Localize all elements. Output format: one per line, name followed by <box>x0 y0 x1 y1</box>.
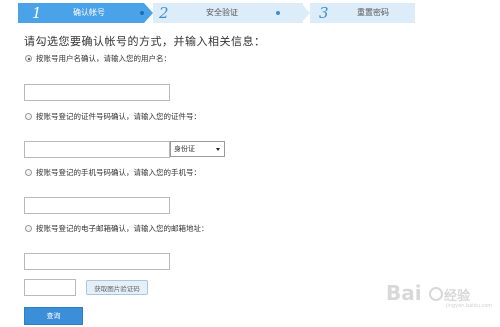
step-2-number: 2 <box>159 4 169 22</box>
step-3: 3 重置密码 <box>310 3 415 23</box>
username-input[interactable] <box>24 84 170 101</box>
query-button[interactable]: 查询 <box>24 307 83 325</box>
step-1-number: 1 <box>32 4 42 22</box>
step-1: 1 确认帐号 <box>18 3 144 23</box>
step-1-label: 确认帐号 <box>73 8 105 17</box>
radio-email[interactable] <box>25 225 32 232</box>
option-username[interactable]: 按账号用户名确认，请输入您的用户名： <box>25 53 171 64</box>
radio-id-number[interactable] <box>25 113 32 120</box>
radio-phone[interactable] <box>25 169 32 176</box>
step-2: 2 安全验证 <box>153 3 303 23</box>
watermark-suffix: 经验 <box>444 289 471 304</box>
option-email[interactable]: 按账号登记的电子邮箱确认，请输入您的邮箱地址： <box>25 223 209 234</box>
option-phone[interactable]: 按账号登记的手机号码确认，请输入您的手机号： <box>25 167 201 178</box>
page-heading: 请勾选您要确认帐号的方式，并输入相关信息： <box>24 35 266 48</box>
paw-icon <box>429 287 443 301</box>
baidu-jingyan-watermark: Bai 经验 jingyan.baidu.com <box>386 279 496 309</box>
id-type-selected: 身份证 <box>174 145 195 153</box>
step-progress-bar: 1 确认帐号 2 安全验证 3 重置密码 <box>18 3 415 23</box>
radio-username[interactable] <box>25 55 32 62</box>
option-id-number[interactable]: 按账号登记的证件号码确认，请输入您的证件号： <box>25 111 201 122</box>
option-username-label: 按账号用户名确认，请输入您的用户名： <box>36 54 171 63</box>
chevron-down-icon <box>216 148 220 151</box>
step-2-arrow <box>301 3 310 23</box>
step-3-number: 3 <box>319 4 329 22</box>
phone-input[interactable] <box>24 197 170 214</box>
step-1-arrow <box>144 3 153 23</box>
get-captcha-button[interactable]: 获取图片验证码 <box>86 280 148 295</box>
step-2-dot <box>276 11 280 15</box>
id-type-select[interactable]: 身份证 <box>170 141 225 157</box>
step-2-label: 安全验证 <box>206 8 238 17</box>
option-email-label: 按账号登记的电子邮箱确认，请输入您的邮箱地址： <box>36 224 209 233</box>
captcha-input[interactable] <box>24 279 76 296</box>
watermark-text: Bai <box>386 281 422 305</box>
watermark-url: jingyan.baidu.com <box>446 303 493 309</box>
step-3-label: 重置密码 <box>357 8 389 17</box>
id-number-input[interactable] <box>24 141 170 158</box>
option-phone-label: 按账号登记的手机号码确认，请输入您的手机号： <box>36 168 201 177</box>
email-input[interactable] <box>24 253 170 270</box>
option-id-number-label: 按账号登记的证件号码确认，请输入您的证件号： <box>36 112 201 121</box>
